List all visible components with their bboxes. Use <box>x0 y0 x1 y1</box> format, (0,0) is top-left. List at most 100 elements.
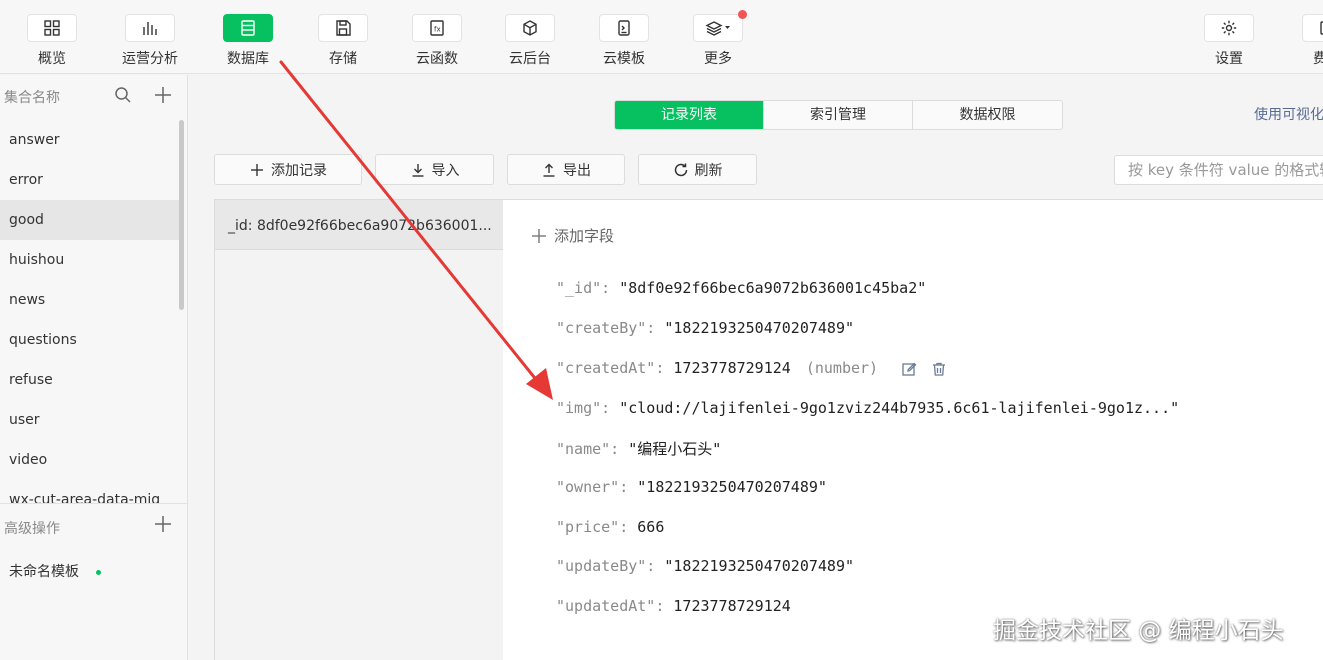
tab-indexes[interactable]: 索引管理 <box>764 101 913 129</box>
field-key: "updateBy": <box>556 557 656 575</box>
gear-icon <box>1204 14 1254 42</box>
field-row[interactable]: "createdAt": 1723778729124 (number) <box>556 359 947 377</box>
upload-icon <box>543 163 555 177</box>
grid-icon <box>27 14 77 42</box>
field-key: "img": <box>556 399 611 417</box>
add-record-button[interactable]: 添加记录 <box>214 154 362 185</box>
import-label: 导入 <box>431 162 460 179</box>
record-list: _id: 8df0e92f66bec6a9072b636001... <box>214 199 504 660</box>
download-icon <box>412 163 423 177</box>
refresh-button[interactable]: 刷新 <box>638 154 757 185</box>
trash-icon[interactable] <box>931 361 947 377</box>
notification-dot <box>738 10 747 19</box>
field-key: "owner": <box>556 478 629 496</box>
tab-permissions[interactable]: 数据权限 <box>913 101 1062 129</box>
toolbar-overview[interactable]: 概览 <box>7 0 97 74</box>
toolbar-label: 费用 <box>1313 51 1323 67</box>
bar-chart-icon <box>125 14 175 42</box>
filter-input[interactable]: 按 key 条件符 value 的格式输入 <box>1114 155 1323 185</box>
field-row[interactable]: "updatedAt": 1723778729124 <box>556 597 791 615</box>
collection-item[interactable]: good <box>0 200 180 240</box>
collection-header: 集合名称 <box>0 75 188 117</box>
field-type: (number) <box>805 359 879 377</box>
collection-item[interactable]: questions <box>0 320 180 360</box>
add-collection-icon[interactable] <box>153 85 173 109</box>
advanced-section: 高级操作 未命名模板 <box>0 503 188 660</box>
export-label: 导出 <box>563 162 591 179</box>
watermark: 掘金技术社区 @ 编程小石头 <box>993 618 1284 644</box>
refresh-label: 刷新 <box>694 162 723 179</box>
field-key: "_id": <box>556 279 611 297</box>
toolbar-cost[interactable]: 费用 <box>1282 0 1323 74</box>
tab-records[interactable]: 记录列表 <box>615 101 764 129</box>
field-value: "1822193250470207489" <box>664 319 855 337</box>
toolbar-label: 更多 <box>704 51 732 67</box>
refresh-icon <box>674 163 687 176</box>
save-icon <box>318 14 368 42</box>
export-button[interactable]: 导出 <box>507 154 625 185</box>
field-key: "name": <box>556 440 620 458</box>
field-row[interactable]: "createBy": "1822193250470207489" <box>556 319 854 337</box>
function-icon: fx <box>412 14 462 42</box>
field-value: 666 <box>637 518 665 536</box>
field-row[interactable]: "updateBy": "1822193250470207489" <box>556 557 854 575</box>
status-dot-icon <box>96 570 101 575</box>
field-value: "1822193250470207489" <box>664 557 855 575</box>
import-button[interactable]: 导入 <box>375 154 494 185</box>
visual-mode-link[interactable]: 使用可视化 <box>1254 104 1323 124</box>
add-template-icon[interactable] <box>153 514 173 538</box>
toolbar-label: 概览 <box>38 51 66 67</box>
top-toolbar: 概览 运营分析 数据库 存储 fx 云函数 云后台 云模板 更多 设置 费 <box>0 0 1323 74</box>
field-row[interactable]: "name": "编程小石头" <box>556 438 721 459</box>
field-key: "createBy": <box>556 319 656 337</box>
add-record-label: 添加记录 <box>271 162 327 179</box>
collection-item[interactable]: answer <box>0 120 180 160</box>
toolbar-cloud-admin[interactable]: 云后台 <box>485 0 575 74</box>
cube-icon <box>505 14 555 42</box>
collection-item[interactable]: error <box>0 160 180 200</box>
toolbar-storage[interactable]: 存储 <box>298 0 388 74</box>
search-icon[interactable] <box>114 86 132 108</box>
toolbar-label: 数据库 <box>227 51 269 67</box>
toolbar-functions[interactable]: fx 云函数 <box>392 0 482 74</box>
cost-icon <box>1302 14 1323 42</box>
field-row[interactable]: "owner": "1822193250470207489" <box>556 478 827 496</box>
toolbar-settings[interactable]: 设置 <box>1184 0 1274 74</box>
view-tabs: 记录列表 索引管理 数据权限 <box>614 100 1063 130</box>
svg-text:fx: fx <box>434 26 441 34</box>
field-key: "createdAt": <box>556 359 665 377</box>
add-field-label: 添加字段 <box>554 227 615 245</box>
field-row[interactable]: "price": 666 <box>556 518 664 536</box>
toolbar-analytics[interactable]: 运营分析 <box>105 0 195 74</box>
toolbar-label: 存储 <box>329 51 357 67</box>
collection-item[interactable]: user <box>0 400 180 440</box>
toolbar-label: 云后台 <box>509 51 551 67</box>
field-row[interactable]: "img": "cloud://lajifenlei-9go1zviz244b7… <box>556 399 1179 417</box>
collection-item[interactable]: news <box>0 280 180 320</box>
collection-item[interactable]: huishou <box>0 240 180 280</box>
template-item[interactable]: 未命名模板 <box>9 561 79 581</box>
field-value: 1723778729124 <box>673 597 791 615</box>
collection-scrollbar[interactable] <box>179 120 184 310</box>
collection-sidebar: 集合名称 answer error good huishou news ques… <box>0 75 188 660</box>
plus-icon <box>532 228 546 243</box>
collection-item[interactable]: refuse <box>0 360 180 400</box>
collection-item[interactable]: wx-cut-area-data-mig <box>0 480 180 503</box>
toolbar-more[interactable]: 更多 <box>673 0 763 74</box>
collection-list: answer error good huishou news questions… <box>0 120 180 503</box>
collection-item[interactable]: video <box>0 440 180 480</box>
collection-header-label: 集合名称 <box>4 90 60 106</box>
advanced-header: 高级操作 <box>4 521 60 537</box>
add-field-button[interactable]: 添加字段 <box>530 225 614 246</box>
field-row[interactable]: "_id": "8df0e92f66bec6a9072b636001c45ba2… <box>556 279 926 297</box>
plus-icon <box>251 163 263 176</box>
toolbar-cloud-template[interactable]: 云模板 <box>579 0 669 74</box>
toolbar-label: 设置 <box>1215 51 1243 67</box>
record-detail: 添加字段 "_id": "8df0e92f66bec6a9072b636001c… <box>503 199 1323 660</box>
field-value: "8df0e92f66bec6a9072b636001c45ba2" <box>619 279 927 297</box>
toolbar-database[interactable]: 数据库 <box>203 0 293 74</box>
edit-icon[interactable] <box>901 361 917 377</box>
toolbar-label: 云模板 <box>603 51 645 67</box>
record-item[interactable]: _id: 8df0e92f66bec6a9072b636001... <box>215 200 503 250</box>
field-value: "cloud://lajifenlei-9go1zviz244b7935.6c6… <box>619 399 1180 417</box>
